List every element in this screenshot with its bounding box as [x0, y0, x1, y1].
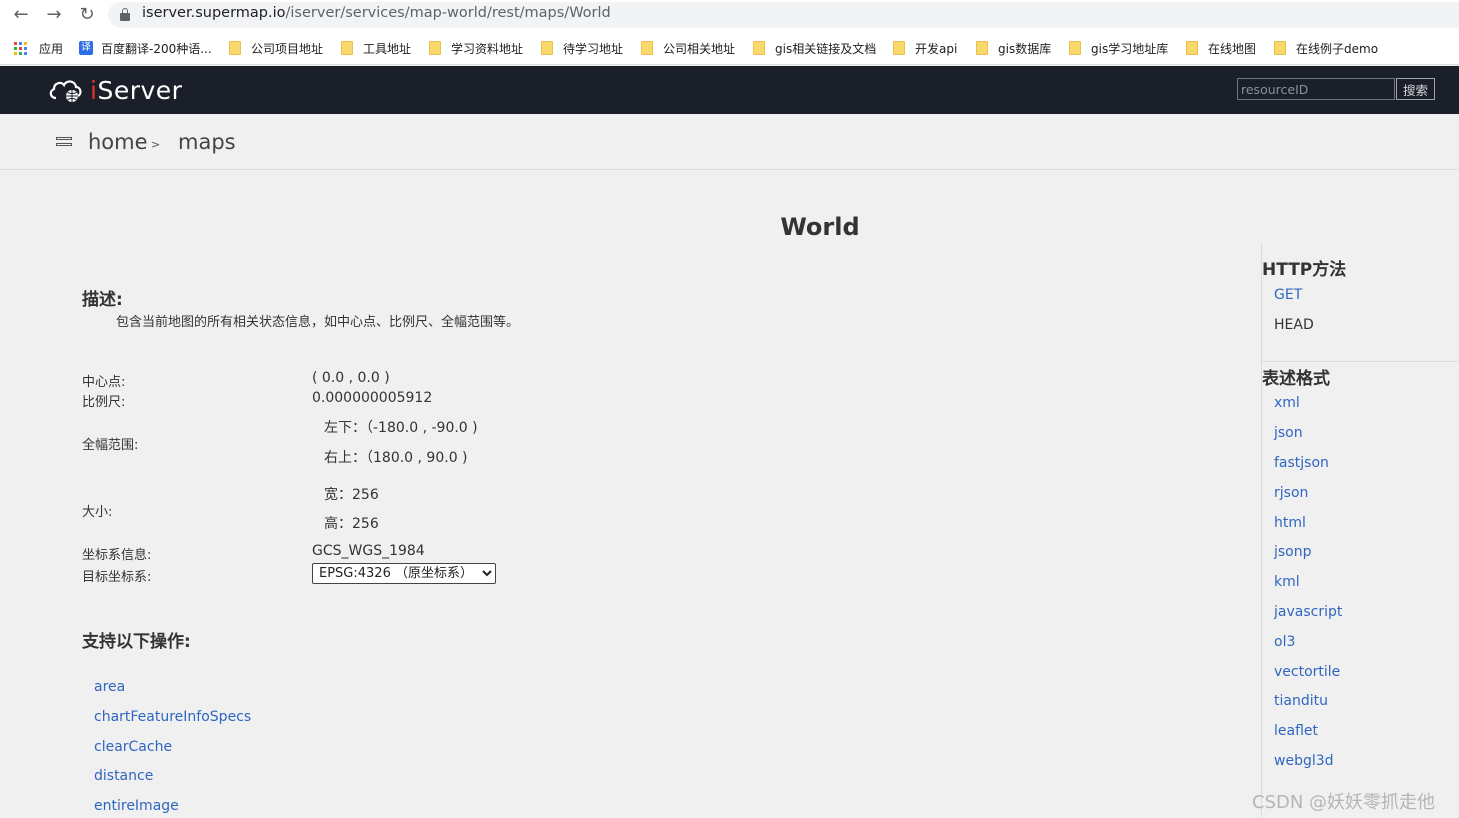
folder-icon: [1069, 41, 1081, 55]
description-heading: 描述:: [82, 290, 123, 310]
bookmark-label: 开发api: [915, 41, 958, 56]
target-crs-label: 目标坐标系:: [82, 570, 152, 585]
bookmark-label: 工具地址: [363, 41, 412, 56]
bookmarks-bar: 应用 译 百度翻译-200种语... 公司项目地址 工具地址 学习资料地址 待学…: [0, 31, 1459, 65]
format-link-webgl3d[interactable]: webgl3d: [1274, 753, 1334, 769]
http-methods-heading: HTTP方法: [1262, 260, 1347, 280]
url-text[interactable]: iserver.supermap.io/iserver/services/map…: [142, 5, 611, 21]
format-link-fastjson[interactable]: fastjson: [1274, 455, 1329, 471]
translate-icon: 译: [79, 41, 93, 55]
bookmark-folder[interactable]: gis学习地址库: [1069, 40, 1168, 56]
format-link-json[interactable]: json: [1274, 425, 1303, 441]
format-link-xml[interactable]: xml: [1274, 395, 1300, 411]
bookmark-folder[interactable]: 学习资料地址: [429, 40, 523, 56]
bookmark-folder[interactable]: 开发api: [893, 40, 957, 56]
format-link-javascript[interactable]: javascript: [1274, 604, 1342, 620]
operation-link-entireimage[interactable]: entireImage: [94, 798, 179, 814]
crs-label: 坐标系信息:: [82, 548, 152, 563]
format-link-leaflet[interactable]: leaflet: [1274, 723, 1318, 739]
breadcrumb: home > maps: [0, 114, 1459, 170]
format-link-ol3[interactable]: ol3: [1274, 634, 1295, 650]
folder-icon: [229, 41, 241, 55]
bookmark-apps[interactable]: 应用: [14, 40, 63, 56]
iserver-header: iServer 搜索: [0, 66, 1459, 114]
bookmark-folder[interactable]: 在线地图: [1186, 40, 1256, 56]
operation-link-clearcache[interactable]: clearCache: [94, 739, 172, 755]
folder-icon: [1186, 41, 1198, 55]
breadcrumb-home[interactable]: home: [88, 130, 148, 154]
forward-arrow-icon[interactable]: →: [42, 4, 66, 26]
bookmark-label: 学习资料地址: [451, 41, 524, 56]
bookmark-label: 应用: [39, 41, 64, 56]
folder-icon: [429, 41, 441, 55]
bookmark-label: 在线例子demo: [1296, 41, 1379, 56]
folder-icon: [541, 41, 553, 55]
apps-grid-icon: [14, 41, 27, 55]
bookmark-folder[interactable]: 公司相关地址: [641, 40, 735, 56]
bookmark-label: gis相关链接及文档: [775, 41, 877, 56]
browser-address-bar: ← → ↻ iserver.supermap.io/iserver/servic…: [0, 0, 1459, 31]
operations-heading: 支持以下操作:: [82, 632, 191, 652]
bookmark-folder[interactable]: 工具地址: [341, 40, 411, 56]
bookmark-label: 待学习地址: [563, 41, 624, 56]
bookmark-label: 百度翻译-200种语...: [101, 41, 212, 56]
format-link-jsonp[interactable]: jsonp: [1274, 544, 1312, 560]
bookmark-label: 在线地图: [1208, 41, 1257, 56]
folder-icon: [976, 41, 988, 55]
crs-value: GCS_WGS_1984: [312, 543, 425, 559]
operation-link-distance[interactable]: distance: [94, 768, 153, 784]
formats-heading: 表述格式: [1262, 369, 1330, 389]
bookmark-folder[interactable]: 公司项目地址: [229, 40, 323, 56]
folder-icon: [641, 41, 653, 55]
format-link-vectortile[interactable]: vectortile: [1274, 664, 1340, 680]
bookmark-label: gis学习地址库: [1091, 41, 1169, 56]
watermark: CSDN @妖妖零抓走他: [1252, 792, 1436, 813]
size-width: 宽：256: [324, 487, 379, 503]
resource-id-search-input[interactable]: [1237, 78, 1395, 100]
bounds-upper-right: 右上：（180.0 , 90.0 ): [324, 450, 468, 466]
right-panel-divider: [1261, 361, 1459, 362]
http-method-get[interactable]: GET: [1274, 287, 1302, 303]
reload-icon[interactable]: ↻: [75, 4, 99, 26]
size-label: 大小:: [82, 505, 113, 520]
breadcrumb-maps[interactable]: maps: [178, 130, 236, 154]
center-label: 中心点:: [82, 375, 126, 390]
size-height: 高：256: [324, 516, 379, 532]
operation-link-chartfeatureinfospecs[interactable]: chartFeatureInfoSpecs: [94, 709, 251, 725]
page-title: World: [780, 213, 860, 241]
description-text: 包含当前地图的所有相关状态信息，如中心点、比例尺、全幅范围等。: [116, 315, 520, 330]
bookmark-folder[interactable]: 在线例子demo: [1274, 40, 1378, 56]
folder-icon: [893, 41, 905, 55]
bounds-label: 全幅范围:: [82, 438, 139, 453]
bookmark-label: 公司项目地址: [251, 41, 324, 56]
cloud-globe-icon: [49, 80, 82, 102]
bounds-lower-left: 左下：（-180.0 , -90.0 ): [324, 420, 478, 436]
operation-link-area[interactable]: area: [94, 679, 125, 695]
scale-value: 0.000000005912: [312, 390, 433, 406]
format-link-html[interactable]: html: [1274, 515, 1306, 531]
bookmark-folder[interactable]: gis数据库: [976, 40, 1051, 56]
breadcrumb-separator: >: [151, 138, 161, 151]
logo-name: Server: [97, 75, 183, 105]
http-method-head: HEAD: [1274, 317, 1314, 333]
folder-icon: [753, 41, 765, 55]
folder-icon: [1274, 41, 1286, 55]
list-icon: [56, 137, 72, 149]
search-button[interactable]: 搜索: [1396, 78, 1435, 100]
format-link-kml[interactable]: kml: [1274, 574, 1300, 590]
bookmark-label: gis数据库: [998, 41, 1052, 56]
iserver-logo[interactable]: iServer: [48, 72, 182, 108]
scale-label: 比例尺:: [82, 395, 126, 410]
bookmark-folder[interactable]: gis相关链接及文档: [753, 40, 876, 56]
center-value: ( 0.0 , 0.0 ): [312, 370, 390, 386]
target-crs-select[interactable]: EPSG:4326 （原坐标系）: [312, 563, 496, 584]
bookmark-label: 公司相关地址: [663, 41, 736, 56]
folder-icon: [341, 41, 353, 55]
bookmark-folder[interactable]: 待学习地址: [541, 40, 623, 56]
format-link-rjson[interactable]: rjson: [1274, 485, 1308, 501]
back-arrow-icon[interactable]: ←: [9, 4, 33, 26]
format-link-tianditu[interactable]: tianditu: [1274, 693, 1328, 709]
bookmark-baidu-translate[interactable]: 译 百度翻译-200种语...: [79, 40, 212, 56]
lock-icon[interactable]: [120, 8, 130, 21]
